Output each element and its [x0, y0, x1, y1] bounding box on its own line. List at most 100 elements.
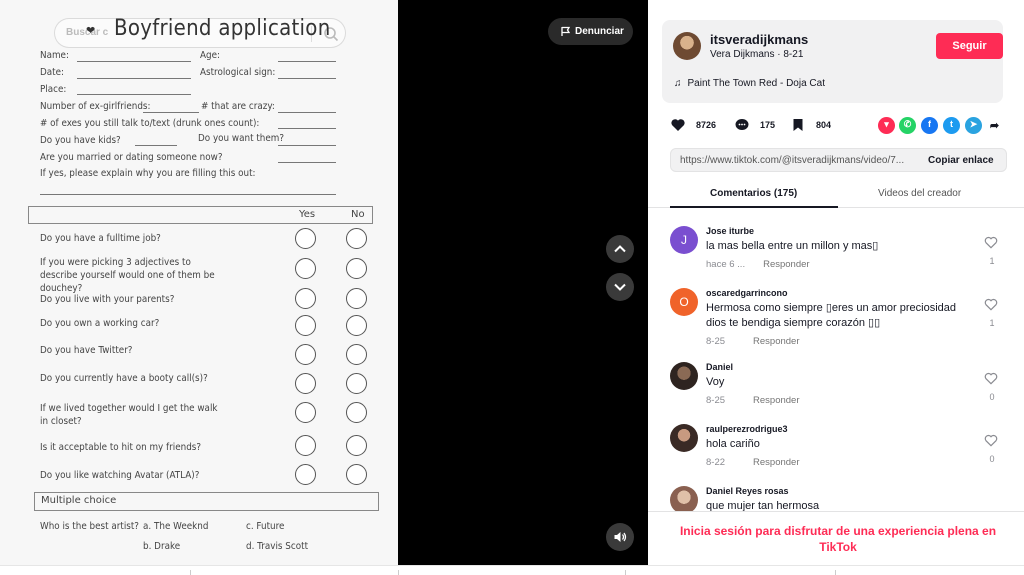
comment-time: 8-22: [706, 457, 726, 468]
commenter-avatar[interactable]: J: [670, 226, 698, 254]
field-date: Date:: [40, 67, 65, 78]
tiktok-video-page: Buscar c ❤ Boyfriend application Name: A…: [0, 0, 1024, 575]
heart-outline-icon: [984, 434, 998, 447]
answer-circle: [346, 344, 367, 365]
answer-circle: [346, 288, 367, 309]
previous-video-button[interactable]: [606, 235, 634, 263]
like-count: 8726: [696, 120, 717, 130]
telegram-icon[interactable]: ➤: [965, 117, 982, 134]
answer-circle: [295, 315, 316, 336]
heart-outline-icon: [984, 372, 998, 385]
commenter-name[interactable]: Jose iturbe: [706, 226, 754, 236]
reply-button[interactable]: Responder: [753, 336, 799, 347]
creator-display-name: Vera Dijkmans: [710, 49, 775, 60]
video-link-box: https://www.tiktok.com/@itsveradijkmans/…: [670, 148, 1007, 172]
facebook-icon[interactable]: f: [921, 117, 938, 134]
option-a: a. The Weeknd: [143, 521, 209, 532]
music-note-icon: ♫: [674, 78, 682, 89]
comment-like[interactable]: 0: [984, 434, 1000, 464]
commenter-name[interactable]: Daniel: [706, 362, 733, 372]
field-kids: Do you have kids?: [40, 135, 121, 146]
creator-avatar[interactable]: [673, 32, 701, 60]
flag-icon: [561, 26, 571, 36]
next-video-button[interactable]: [606, 273, 634, 301]
commenter-name[interactable]: oscaredgarrincono: [706, 288, 788, 298]
save-count: 804: [816, 120, 832, 130]
video-frame[interactable]: Buscar c ❤ Boyfriend application Name: A…: [0, 0, 398, 565]
reply-button[interactable]: Responder: [753, 395, 799, 406]
heart-outline-icon: [984, 236, 998, 249]
field-explain: If yes, please explain why you are filli…: [40, 168, 256, 179]
question-7: If we lived together would I get the wal…: [40, 403, 218, 427]
field-ex: Number of ex-girlfriends:: [40, 101, 151, 112]
comment-like[interactable]: 0: [984, 372, 1000, 402]
answer-circle: [346, 402, 367, 423]
reply-button[interactable]: Responder: [763, 259, 809, 270]
no-label: No: [351, 209, 365, 220]
comment-count: 175: [760, 120, 776, 130]
answer-circle: [295, 258, 316, 279]
copy-link-button[interactable]: Copiar enlace: [928, 155, 994, 166]
commenter-avatar[interactable]: [670, 486, 698, 514]
speaker-icon: [614, 532, 627, 542]
chevron-down-icon: [614, 283, 626, 291]
panel-tabs: Comentarios (175) Videos del creador: [648, 182, 1024, 208]
comment-meta: 8-22 Responder: [706, 457, 800, 468]
creator-username[interactable]: itsveradijkmans: [710, 32, 808, 47]
creator-card: itsveradijkmans Vera Dijkmans · 8-21 Seg…: [662, 20, 1003, 103]
question-3: Do you live with your parents?: [40, 294, 175, 305]
bottom-scroll-strip: [0, 565, 1024, 575]
field-exes-talk: # of exes you still talk to/text (drunk …: [40, 118, 260, 129]
answer-circle: [346, 373, 367, 394]
share-embed-icon[interactable]: ▾: [878, 117, 895, 134]
answer-circle: [295, 373, 316, 394]
commenter-name[interactable]: raulperezrodrigue3: [706, 424, 788, 434]
heart-outline-icon: [984, 298, 998, 311]
comment-text: Voy: [706, 376, 725, 388]
comment-like-count: 0: [989, 392, 995, 402]
music-row[interactable]: ♫ Paint The Town Red - Doja Cat: [674, 78, 825, 89]
video-player-area: Buscar c ❤ Boyfriend application Name: A…: [0, 0, 648, 565]
comment-text: la mas bella entre un millon y mas▯: [706, 240, 879, 252]
question-1: Do you have a fulltime job?: [40, 233, 161, 244]
commenter-avatar[interactable]: [670, 362, 698, 390]
commenter-name[interactable]: Daniel Reyes rosas: [706, 486, 789, 496]
comment-icon: [735, 119, 749, 130]
field-name: Name:: [40, 50, 69, 61]
more-share-icon[interactable]: ➦: [986, 117, 1003, 134]
reply-button[interactable]: Responder: [753, 457, 799, 468]
answer-circle: [295, 435, 316, 456]
comment-text: hola cariño: [706, 438, 760, 450]
answer-circle: [295, 288, 316, 309]
chevron-up-icon: [614, 245, 626, 253]
report-label: Denunciar: [575, 26, 624, 37]
login-banner[interactable]: Inicia sesión para disfrutar de una expe…: [648, 511, 1024, 565]
whatsapp-icon[interactable]: ✆: [899, 117, 916, 134]
comment-meta: 8-25 Responder: [706, 395, 800, 406]
document-title: Boyfriend application: [114, 16, 331, 41]
field-age: Age:: [200, 50, 220, 61]
question-9: Do you like watching Avatar (ATLA)?: [40, 470, 200, 481]
follow-button[interactable]: Seguir: [936, 33, 1003, 59]
report-button[interactable]: Denunciar: [548, 18, 633, 45]
tab-creator-videos[interactable]: Videos del creador: [878, 188, 961, 199]
tab-comments[interactable]: Comentarios (175): [710, 188, 797, 199]
option-c: c. Future: [246, 521, 285, 532]
commenter-avatar[interactable]: [670, 424, 698, 452]
field-astro: Astrological sign:: [200, 67, 276, 78]
answer-circle: [295, 344, 316, 365]
twitter-icon[interactable]: t: [943, 117, 960, 134]
comment-meta: hace 6 ... Responder: [706, 259, 810, 270]
answer-circle: [346, 435, 367, 456]
field-want: Do you want them?: [198, 133, 285, 144]
video-url[interactable]: https://www.tiktok.com/@itsveradijkmans/…: [680, 155, 920, 166]
comment-time: hace 6 ...: [706, 259, 746, 270]
commenter-avatar[interactable]: O: [670, 288, 698, 316]
question-6: Do you currently have a booty call(s)?: [40, 373, 208, 384]
active-tab-indicator: [670, 206, 838, 208]
volume-button[interactable]: [606, 523, 634, 551]
comment-like[interactable]: 1: [984, 236, 1000, 266]
comment-text: Hermosa como siempre ▯eres un amor preci…: [706, 302, 956, 329]
artist-question: Who is the best artist?: [40, 521, 139, 532]
comment-like[interactable]: 1: [984, 298, 1000, 328]
